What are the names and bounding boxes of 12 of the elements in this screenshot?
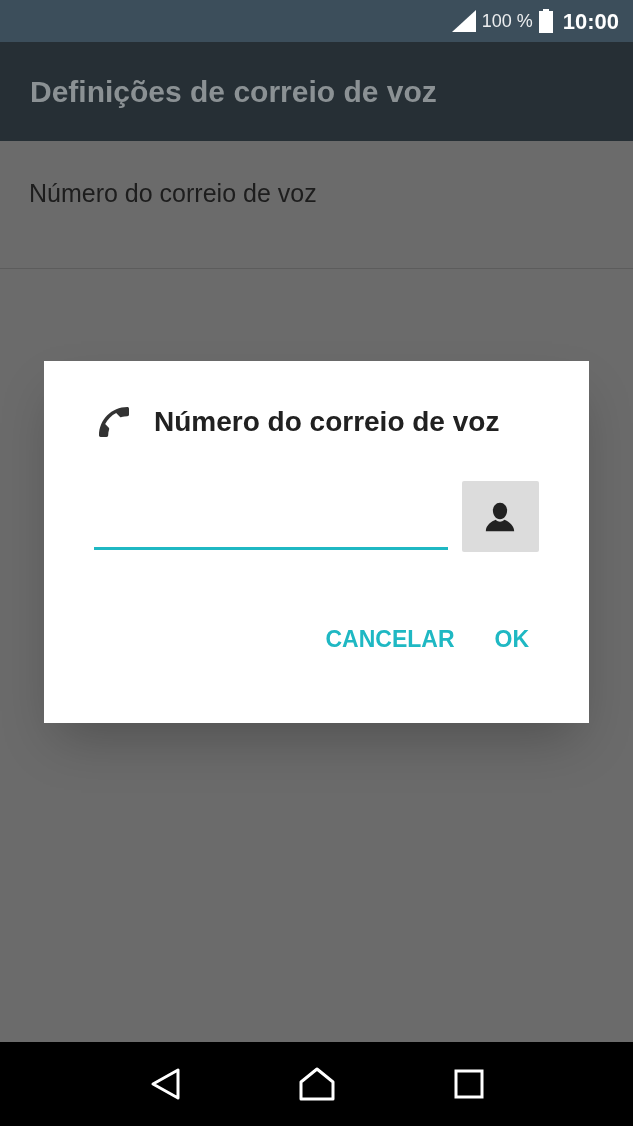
battery-percentage: 100 % (481, 9, 533, 33)
cancel-button[interactable]: CANCELAR (325, 622, 455, 657)
signal-icon (451, 10, 476, 32)
clock: 10:00 (562, 7, 619, 36)
contact-button[interactable] (461, 481, 539, 552)
app-bar-title: Definições de correio de voz (30, 74, 437, 110)
home-icon[interactable] (298, 1066, 337, 1102)
recents-icon[interactable] (454, 1069, 485, 1099)
battery-icon (538, 9, 553, 33)
setting-item[interactable]: Número do correio de voz (29, 179, 317, 207)
ok-button[interactable]: OK (494, 622, 529, 657)
dialog-title: Número do correio de voz (154, 405, 500, 439)
